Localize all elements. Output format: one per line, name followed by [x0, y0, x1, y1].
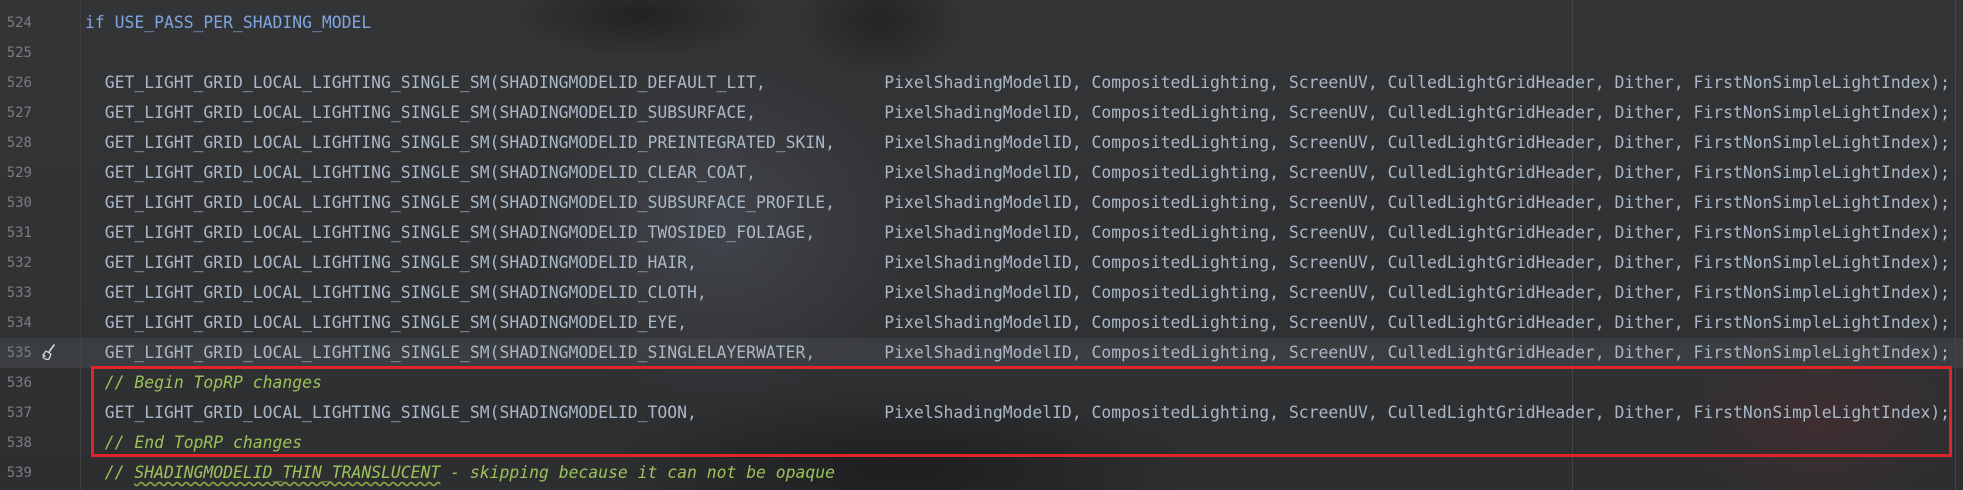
code-line[interactable]: 539 // SHADINGMODELID_THIN_TRANSLUCENT -… — [0, 458, 1963, 488]
comment-token: SHADINGMODELID_THIN_TRANSLUCENT — [134, 463, 441, 482]
code-token: USE_PASS_PER_SHADING_MODEL — [104, 13, 372, 32]
code-text: GET_LIGHT_GRID_LOCAL_LIGHTING_SINGLE_SM(… — [85, 218, 1950, 248]
line-number[interactable]: 534 — [0, 308, 32, 338]
code-line[interactable]: 531 GET_LIGHT_GRID_LOCAL_LIGHTING_SINGLE… — [0, 218, 1963, 248]
line-number[interactable]: 529 — [0, 158, 32, 188]
code-editor[interactable]: 524 if USE_PASS_PER_SHADING_MODEL 525 526 G… — [0, 0, 1963, 490]
code-line[interactable]: 533 GET_LIGHT_GRID_LOCAL_LIGHTING_SINGLE… — [0, 278, 1963, 308]
code-text: GET_LIGHT_GRID_LOCAL_LIGHTING_SINGLE_SM(… — [85, 248, 1950, 278]
code-line[interactable]: 530 GET_LIGHT_GRID_LOCAL_LIGHTING_SINGLE… — [0, 188, 1963, 218]
line-number[interactable]: 535 — [0, 338, 32, 368]
line-number[interactable]: 536 — [0, 368, 32, 398]
code-token: GET_LIGHT_GRID_LOCAL_LIGHTING_SINGLE_SM(… — [85, 313, 1951, 332]
code-token: GET_LIGHT_GRID_LOCAL_LIGHTING_SINGLE_SM(… — [85, 223, 1951, 242]
code-token: GET_LIGHT_GRID_LOCAL_LIGHTING_SINGLE_SM(… — [85, 163, 1951, 182]
code-text: GET_LIGHT_GRID_LOCAL_LIGHTING_SINGLE_SM(… — [85, 278, 1950, 308]
code-text: GET_LIGHT_GRID_LOCAL_LIGHTING_SINGLE_SM(… — [85, 68, 1950, 98]
code-text: GET_LIGHT_GRID_LOCAL_LIGHTING_SINGLE_SM(… — [85, 338, 1950, 368]
code-line[interactable]: 524 if USE_PASS_PER_SHADING_MODEL — [0, 8, 1963, 38]
code-line[interactable]: 537 GET_LIGHT_GRID_LOCAL_LIGHTING_SINGLE… — [0, 398, 1963, 428]
comment-token: // End TopRP changes — [104, 433, 303, 452]
code-line[interactable]: 526 GET_LIGHT_GRID_LOCAL_LIGHTING_SINGLE… — [0, 68, 1963, 98]
code-token: GET_LIGHT_GRID_LOCAL_LIGHTING_SINGLE_SM(… — [85, 403, 1951, 422]
code-text: GET_LIGHT_GRID_LOCAL_LIGHTING_SINGLE_SM(… — [85, 98, 1950, 128]
code-token: GET_LIGHT_GRID_LOCAL_LIGHTING_SINGLE_SM(… — [85, 253, 1951, 272]
code-text: GET_LIGHT_GRID_LOCAL_LIGHTING_SINGLE_SM(… — [85, 308, 1950, 338]
code-text: // Begin TopRP changes — [85, 368, 322, 398]
code-text: GET_LIGHT_GRID_LOCAL_LIGHTING_SINGLE_SM(… — [85, 128, 1950, 158]
code-line[interactable]: 527 GET_LIGHT_GRID_LOCAL_LIGHTING_SINGLE… — [0, 98, 1963, 128]
line-number[interactable]: 537 — [0, 398, 32, 428]
code-token: GET_LIGHT_GRID_LOCAL_LIGHTING_SINGLE_SM(… — [85, 73, 1951, 92]
code-token: GET_LIGHT_GRID_LOCAL_LIGHTING_SINGLE_SM(… — [85, 343, 1951, 362]
code-line[interactable]: 532 GET_LIGHT_GRID_LOCAL_LIGHTING_SINGLE… — [0, 248, 1963, 278]
line-number[interactable]: 539 — [0, 458, 32, 488]
code-text: // SHADINGMODELID_THIN_TRANSLUCENT - ski… — [85, 458, 835, 488]
code-text: GET_LIGHT_GRID_LOCAL_LIGHTING_SINGLE_SM(… — [85, 188, 1950, 218]
code-line[interactable]: 538 // End TopRP changes — [0, 428, 1963, 458]
code-line[interactable]: 528 GET_LIGHT_GRID_LOCAL_LIGHTING_SINGLE… — [0, 128, 1963, 158]
code-token: GET_LIGHT_GRID_LOCAL_LIGHTING_SINGLE_SM(… — [85, 133, 1951, 152]
line-number[interactable]: 527 — [0, 98, 32, 128]
code-token: GET_LIGHT_GRID_LOCAL_LIGHTING_SINGLE_SM(… — [85, 283, 1951, 302]
line-number[interactable]: 528 — [0, 128, 32, 158]
code-text: GET_LIGHT_GRID_LOCAL_LIGHTING_SINGLE_SM(… — [85, 158, 1950, 188]
code-text: GET_LIGHT_GRID_LOCAL_LIGHTING_SINGLE_SM(… — [85, 398, 1950, 428]
line-number[interactable]: 526 — [0, 68, 32, 98]
comment-token: - skipping because it can not be opaque — [440, 463, 836, 482]
broom-icon[interactable] — [40, 343, 60, 363]
keyword-token: if — [85, 13, 105, 32]
line-number[interactable]: 531 — [0, 218, 32, 248]
line-number[interactable]: 524 — [0, 8, 32, 38]
line-number[interactable]: 532 — [0, 248, 32, 278]
comment-token: // — [104, 463, 135, 482]
code-line[interactable]: 525 — [0, 38, 1963, 68]
line-number[interactable]: 533 — [0, 278, 32, 308]
code-line[interactable]: 535 GET_LIGHT_GRID_LOCAL_LIGHTING_SINGLE… — [0, 338, 1963, 368]
line-number[interactable]: 538 — [0, 428, 32, 458]
code-token: GET_LIGHT_GRID_LOCAL_LIGHTING_SINGLE_SM(… — [85, 193, 1951, 212]
line-number[interactable]: 530 — [0, 188, 32, 218]
code-token: GET_LIGHT_GRID_LOCAL_LIGHTING_SINGLE_SM(… — [85, 103, 1951, 122]
code-line[interactable]: 536 // Begin TopRP changes — [0, 368, 1963, 398]
comment-token: // Begin TopRP changes — [104, 373, 322, 392]
code-line[interactable]: 534 GET_LIGHT_GRID_LOCAL_LIGHTING_SINGLE… — [0, 308, 1963, 338]
code-text: if USE_PASS_PER_SHADING_MODEL — [85, 8, 371, 38]
line-number[interactable]: 525 — [0, 38, 32, 68]
code-text: // End TopRP changes — [85, 428, 302, 458]
code-line[interactable]: 529 GET_LIGHT_GRID_LOCAL_LIGHTING_SINGLE… — [0, 158, 1963, 188]
